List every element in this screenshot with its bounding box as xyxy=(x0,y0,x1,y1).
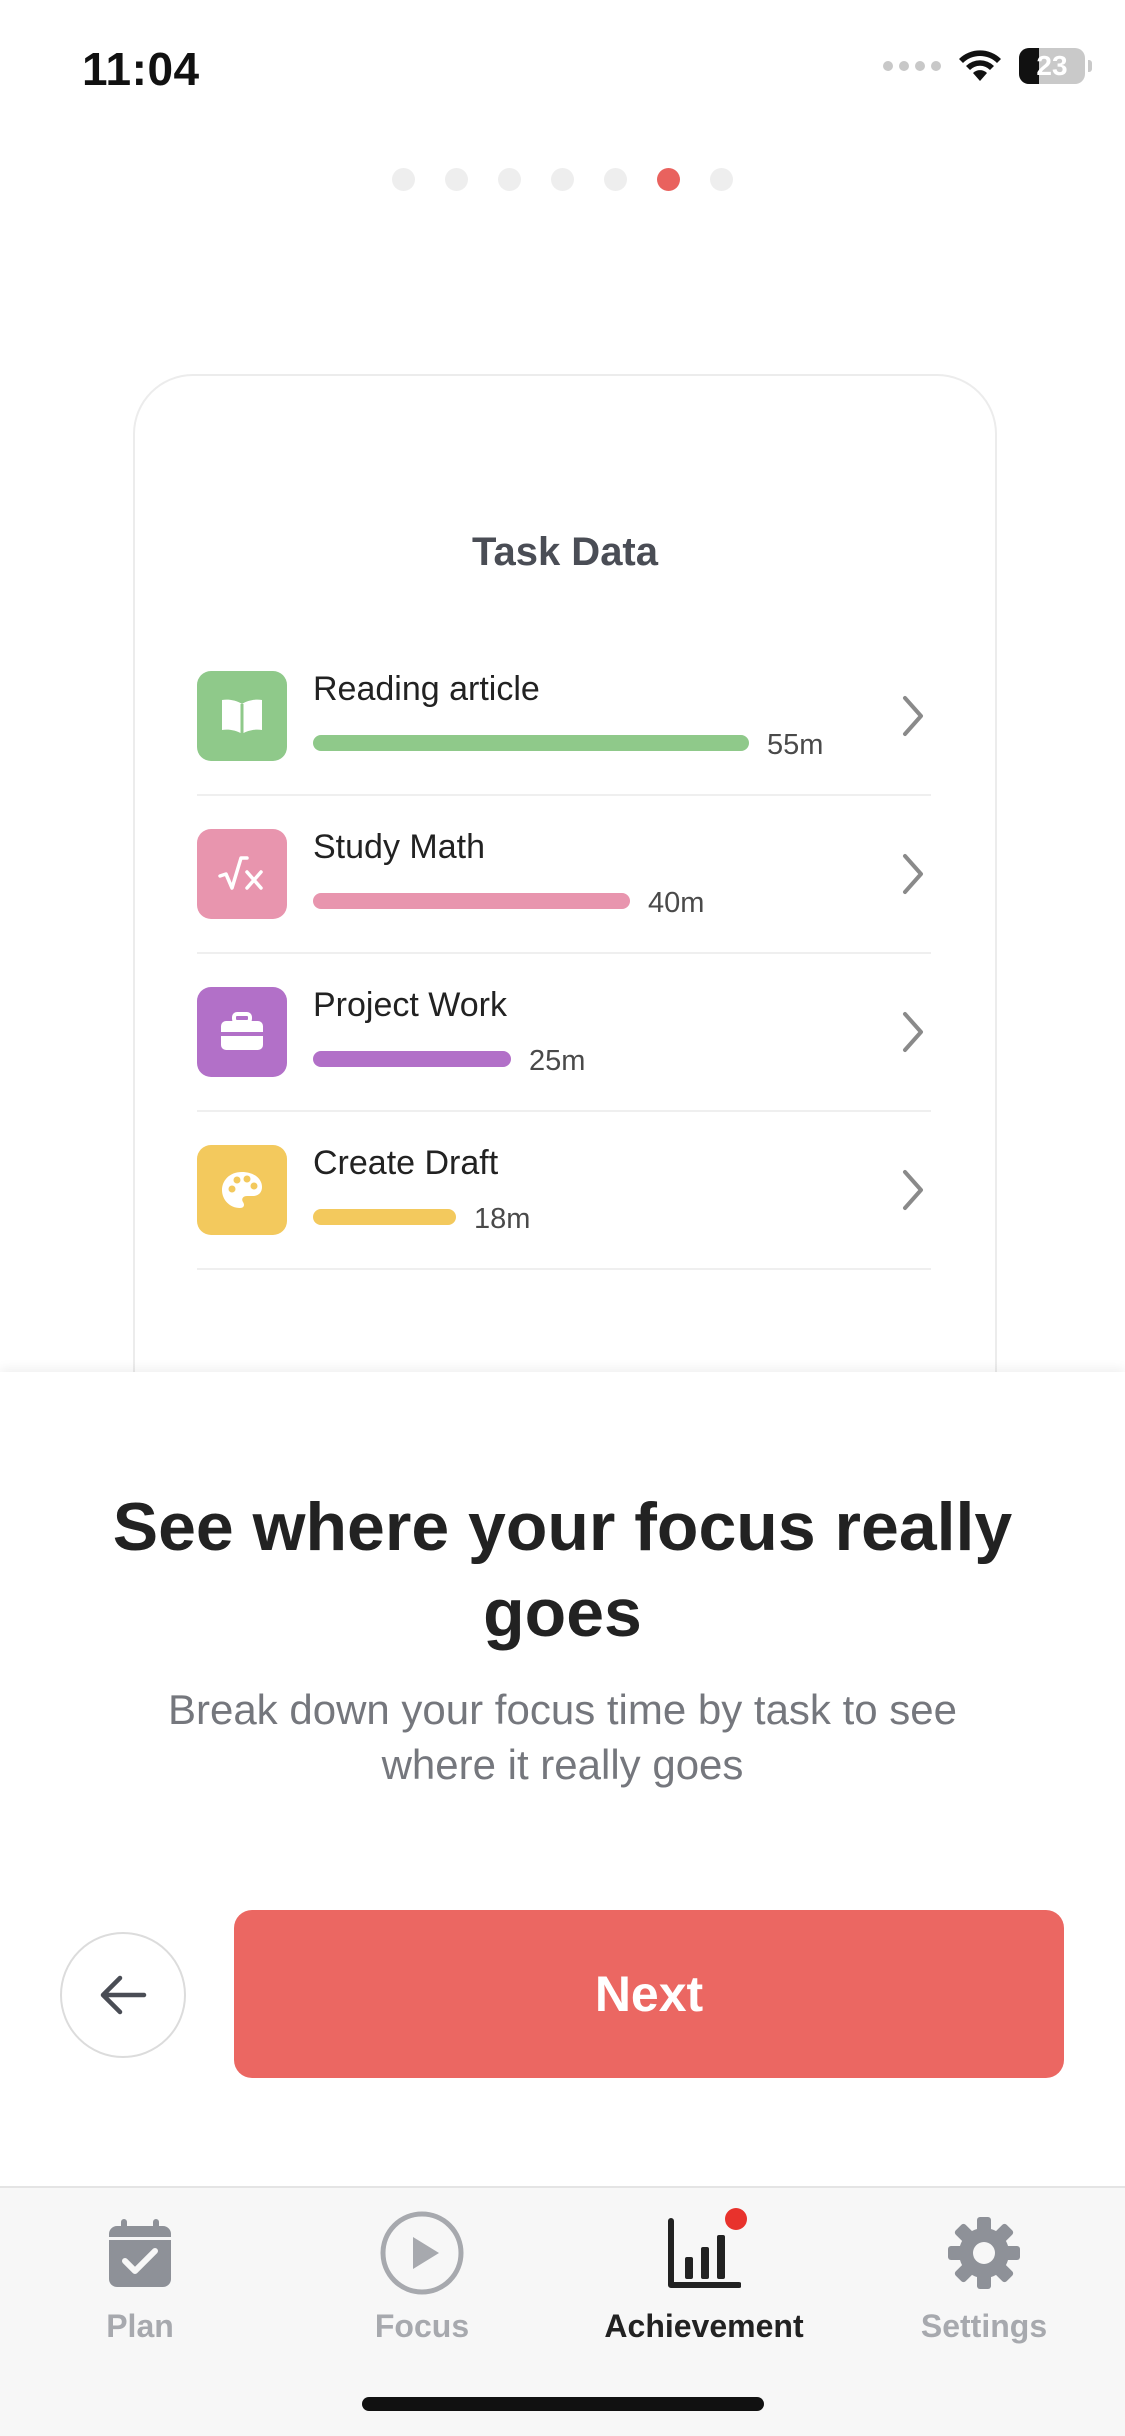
status-time: 11:04 xyxy=(82,43,200,95)
math-root-icon xyxy=(197,829,287,919)
tab-label: Achievement xyxy=(604,2308,804,2344)
task-duration-bar xyxy=(313,734,749,751)
task-duration-bar xyxy=(313,1208,456,1225)
headline: See where your focus really goes xyxy=(112,1489,1013,1651)
tab-focus[interactable]: Focus xyxy=(302,2208,542,2345)
page-dot xyxy=(710,168,733,191)
tab-label: Focus xyxy=(374,2308,470,2344)
status-icons: 23 xyxy=(883,48,1092,84)
cellular-signal-icon xyxy=(883,61,941,71)
onboarding-sheet: See where your focus really goes Break d… xyxy=(0,1372,1125,2186)
task-row-create-draft[interactable]: Create Draft 18m xyxy=(197,1112,931,1270)
calendar-check-icon xyxy=(109,2219,171,2287)
wifi-icon xyxy=(959,50,1001,81)
next-button[interactable]: Next xyxy=(234,1910,1064,2078)
onboarding-screen: 11:04 23 Task Data Reading article 55m S… xyxy=(0,0,1125,2436)
task-name: Study Math xyxy=(313,828,485,866)
page-dot-active xyxy=(657,168,680,191)
task-duration: 55m xyxy=(767,729,824,761)
page-dot xyxy=(551,168,574,191)
page-dot xyxy=(604,168,627,191)
tab-settings[interactable]: Settings xyxy=(864,2208,1104,2345)
chevron-right-icon xyxy=(903,696,923,736)
tab-label: Settings xyxy=(920,2308,1048,2344)
task-duration-bar xyxy=(313,1050,511,1067)
book-icon xyxy=(197,671,287,761)
task-row-project-work[interactable]: Project Work 25m xyxy=(197,954,931,1112)
tab-label: Plan xyxy=(106,2308,174,2344)
task-name: Reading article xyxy=(313,670,540,708)
task-name: Create Draft xyxy=(313,1144,499,1182)
palette-icon xyxy=(197,1145,287,1235)
back-button[interactable] xyxy=(60,1932,186,2058)
task-duration-bar xyxy=(313,892,630,909)
tab-plan[interactable]: Plan xyxy=(20,2208,260,2345)
page-dot xyxy=(445,168,468,191)
briefcase-icon xyxy=(197,987,287,1077)
battery-level: 23 xyxy=(1036,50,1068,81)
play-circle-icon xyxy=(380,2211,464,2295)
task-duration: 25m xyxy=(529,1045,586,1077)
page-dot xyxy=(498,168,521,191)
tab-achievement[interactable]: Achievement xyxy=(584,2208,824,2345)
arrow-left-icon xyxy=(100,1975,147,2015)
task-row-study-math[interactable]: Study Math 40m xyxy=(197,796,931,954)
chevron-right-icon xyxy=(903,1170,923,1210)
chevron-right-icon xyxy=(903,1012,923,1052)
notification-badge xyxy=(725,2208,747,2230)
description: Break down your focus time by task to se… xyxy=(167,1686,958,1788)
task-duration: 40m xyxy=(648,887,705,919)
gear-icon xyxy=(948,2217,1020,2289)
card-title: Task Data xyxy=(471,530,658,574)
task-row-reading-article[interactable]: Reading article 55m xyxy=(197,638,931,796)
task-duration: 18m xyxy=(474,1203,531,1235)
page-dot xyxy=(392,168,415,191)
task-data-card: Task Data Reading article 55m Study Math… xyxy=(133,374,997,1376)
task-list: Reading article 55m Study Math 40m Proje… xyxy=(197,638,931,1270)
home-indicator xyxy=(362,2397,764,2411)
task-name: Project Work xyxy=(313,986,507,1024)
battery-icon: 23 xyxy=(1019,48,1092,84)
page-indicator xyxy=(0,168,1125,191)
chevron-right-icon xyxy=(903,854,923,894)
